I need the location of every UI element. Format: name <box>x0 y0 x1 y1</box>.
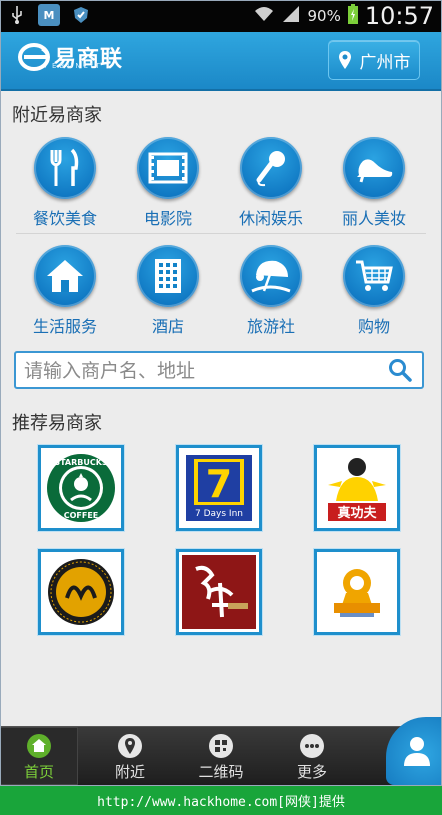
category-label: 酒店 <box>151 317 184 336</box>
mail-app-icon: M <box>38 4 60 26</box>
merchant-tile-7-days-inn[interactable]: 7 7 Days Inn <box>176 445 262 531</box>
building-icon <box>155 259 181 293</box>
merchant-tile-royal-spa[interactable] <box>38 549 124 635</box>
location-pin-icon <box>338 51 351 69</box>
battery-charging-icon <box>347 3 359 29</box>
signal-icon <box>281 5 301 27</box>
svg-text:7 Days Inn: 7 Days Inn <box>195 509 243 519</box>
category-cinema[interactable]: 电影院 <box>118 137 218 229</box>
category-label: 餐饮美食 <box>32 209 97 228</box>
search-box <box>14 351 424 389</box>
clock: 10:57 <box>364 2 434 30</box>
film-icon <box>148 152 188 184</box>
location-pin-icon <box>117 733 143 759</box>
tab-label: 更多 <box>296 763 327 781</box>
tab-nearby[interactable]: 附近 <box>91 727 169 785</box>
city-label: 广州市 <box>359 52 411 73</box>
logo-mark-icon <box>18 43 50 71</box>
category-life-services[interactable]: 生活服务 <box>15 245 115 337</box>
gold-trophy-logo <box>320 555 394 629</box>
category-label: 电影院 <box>143 209 192 228</box>
tab-home[interactable]: 首页 <box>0 727 78 785</box>
merchant-tile-xiang-sheng[interactable] <box>176 549 262 635</box>
category-travel-agency[interactable]: 旅游社 <box>221 245 321 337</box>
tab-label: 首页 <box>23 763 54 781</box>
house-icon <box>47 260 83 292</box>
starbucks-logo: STARBUCKS COFFEE <box>47 454 115 522</box>
xiang-sheng-logo <box>182 555 256 629</box>
source-watermark: http://www.hackhome.com[网侠]提供 <box>0 786 442 815</box>
merchant-tile-starbucks[interactable]: STARBUCKS COFFEE <box>38 445 124 531</box>
nearby-section-title: 附近易商家 <box>12 105 102 126</box>
tab-more[interactable]: 更多 <box>273 727 351 785</box>
tab-qr-code[interactable]: 二维码 <box>182 727 260 785</box>
category-label: 旅游社 <box>246 317 295 336</box>
status-bar: M 90% 10:57 <box>0 0 442 32</box>
tab-label: 二维码 <box>198 763 244 781</box>
recommended-section-title: 推荐易商家 <box>12 413 102 434</box>
qr-code-icon <box>208 733 234 759</box>
microphone-icon <box>256 151 285 187</box>
7-days-inn-logo: 7 7 Days Inn <box>186 455 252 521</box>
svg-text:7: 7 <box>206 462 232 506</box>
category-label: 休闲娱乐 <box>238 209 303 228</box>
merchant-tile-gold-trophy[interactable] <box>314 549 400 635</box>
usb-icon <box>6 4 28 26</box>
beach-umbrella-icon <box>251 260 291 293</box>
main-content: 附近易商家 餐饮美食 电影院 休闲娱乐 丽人美妆 生活服务 酒店 旅游社 购物 … <box>0 91 442 726</box>
merchant-tile-zhen-gong-fu[interactable]: 真功夫 <box>314 445 400 531</box>
app-header: 易商联 EBUNLIT 广州市 <box>0 32 442 91</box>
logo-subtitle: EBUNLIT <box>52 62 103 70</box>
category-beauty[interactable]: 丽人美妆 <box>324 137 424 229</box>
category-label: 丽人美妆 <box>341 209 406 228</box>
battery-percent: 90% <box>307 7 341 25</box>
user-icon <box>404 737 430 766</box>
profile-button[interactable] <box>386 717 442 785</box>
divider <box>16 233 426 234</box>
high-heel-icon <box>357 159 393 183</box>
category-hotel[interactable]: 酒店 <box>118 245 218 337</box>
category-entertainment[interactable]: 休闲娱乐 <box>221 137 321 229</box>
zhen-gong-fu-logo: 真功夫 <box>320 451 394 525</box>
svg-text:STARBUCKS: STARBUCKS <box>54 458 108 467</box>
category-label: 购物 <box>357 317 390 336</box>
search-input[interactable] <box>16 353 386 389</box>
more-dots-icon <box>299 733 325 759</box>
wifi-icon <box>253 5 275 27</box>
shield-app-icon <box>70 4 92 26</box>
svg-text:真功夫: 真功夫 <box>337 505 377 521</box>
home-icon <box>26 733 52 759</box>
fork-knife-icon <box>50 148 79 186</box>
city-selector-button[interactable]: 广州市 <box>328 40 420 80</box>
category-food[interactable]: 餐饮美食 <box>15 137 115 229</box>
tab-label: 附近 <box>114 763 145 781</box>
svg-text:COFFEE: COFFEE <box>64 511 99 520</box>
royal-spa-logo <box>48 559 114 625</box>
category-label: 生活服务 <box>32 317 97 336</box>
shopping-cart-icon <box>356 260 393 291</box>
category-shopping[interactable]: 购物 <box>324 245 424 337</box>
bottom-tab-bar: 首页 附近 二维码 更多 <box>0 717 442 785</box>
search-icon[interactable] <box>388 358 412 386</box>
